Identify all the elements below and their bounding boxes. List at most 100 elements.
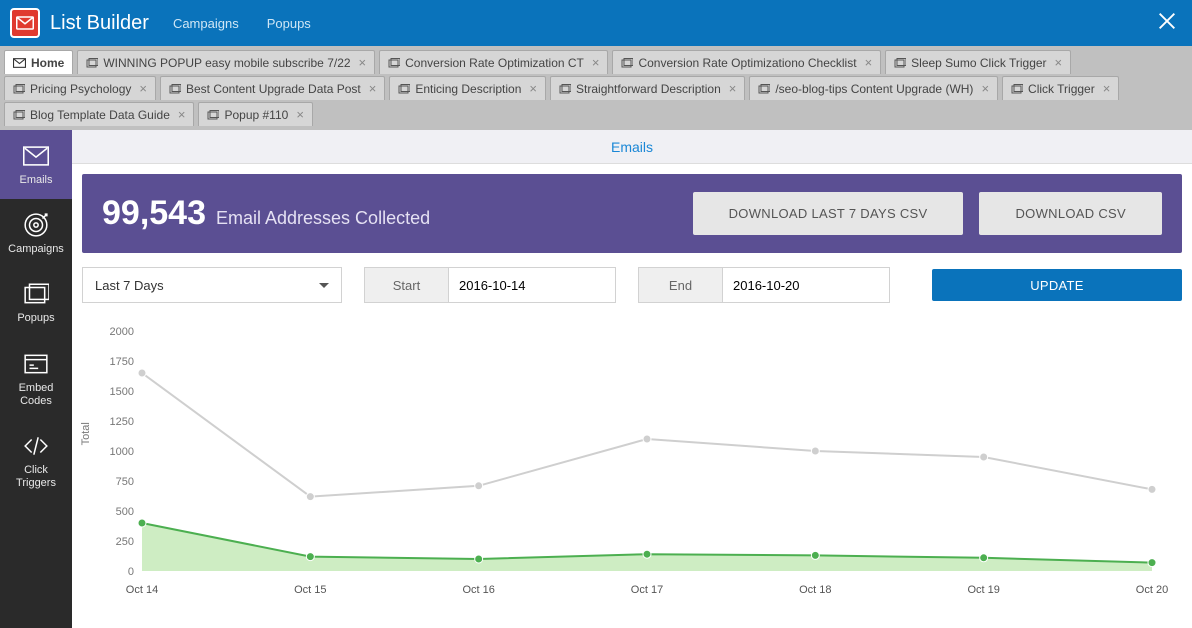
end-date-label: End <box>638 267 722 303</box>
svg-text:2000: 2000 <box>110 326 134 338</box>
popup-icon <box>398 84 410 94</box>
tab-label: /seo-blog-tips Content Upgrade (WH) <box>775 82 973 96</box>
svg-text:0: 0 <box>128 566 134 578</box>
emails-line-chart: 025050075010001250150017502000Oct 14Oct … <box>82 321 1172 601</box>
tab-close-icon[interactable]: × <box>1103 82 1111 95</box>
sidebar: Emails Campaigns Popups Embed Codes Clic… <box>0 130 72 628</box>
sidebar-item-campaigns[interactable]: Campaigns <box>0 199 72 268</box>
tab-label: Click Trigger <box>1028 82 1095 96</box>
app-title: List Builder <box>50 12 149 35</box>
tab-label: Straightforward Description <box>576 82 721 96</box>
popup-icon <box>388 58 400 68</box>
popup-icon <box>207 110 219 120</box>
app-logo <box>10 8 40 38</box>
tab-close-icon[interactable]: × <box>139 82 147 95</box>
tab-label: Best Content Upgrade Data Post <box>186 82 361 96</box>
popup-tab[interactable]: Blog Template Data Guide × <box>4 102 194 126</box>
close-icon[interactable] <box>1156 10 1178 35</box>
svg-text:250: 250 <box>116 536 134 548</box>
tab-label: Conversion Rate Optimizationo Checklist <box>638 56 856 70</box>
start-date-input[interactable] <box>448 267 616 303</box>
tab-label: Enticing Description <box>415 82 521 96</box>
email-count: 99,543 <box>102 194 206 233</box>
svg-text:1750: 1750 <box>110 356 134 368</box>
popup-tab[interactable]: Best Content Upgrade Data Post × <box>160 76 385 100</box>
svg-text:Oct 18: Oct 18 <box>799 584 831 596</box>
tab-close-icon[interactable]: × <box>296 108 304 121</box>
popup-tab[interactable]: Straightforward Description × <box>550 76 745 100</box>
sidebar-item-popups[interactable]: Popups <box>0 268 72 337</box>
popup-icon <box>13 84 25 94</box>
tab-close-icon[interactable]: × <box>592 56 600 69</box>
sidebar-label: Emails <box>19 174 52 186</box>
tab-label: WINNING POPUP easy mobile subscribe 7/22 <box>103 56 350 70</box>
tab-home[interactable]: Home <box>4 50 73 74</box>
chevron-down-icon <box>319 283 329 293</box>
tabstrip: Home WINNING POPUP easy mobile subscribe… <box>0 46 1192 130</box>
target-icon <box>4 213 68 237</box>
update-button[interactable]: UPDATE <box>932 269 1182 301</box>
svg-text:500: 500 <box>116 506 134 518</box>
popup-tab[interactable]: Conversion Rate Optimizationo Checklist × <box>612 50 881 74</box>
sidebar-item-embed-codes[interactable]: Embed Codes <box>0 338 72 420</box>
popup-icon <box>4 282 68 306</box>
start-date-label: Start <box>364 267 448 303</box>
download-7day-csv-button[interactable]: DOWNLOAD LAST 7 DAYS CSV <box>693 192 964 235</box>
svg-text:Oct 16: Oct 16 <box>462 584 494 596</box>
popup-tab[interactable]: WINNING POPUP easy mobile subscribe 7/22… <box>77 50 375 74</box>
tab-close-icon[interactable]: × <box>369 82 377 95</box>
topnav-campaigns[interactable]: Campaigns <box>173 16 239 31</box>
embed-icon <box>4 352 68 376</box>
popup-icon <box>169 84 181 94</box>
sidebar-item-emails[interactable]: Emails <box>0 130 72 199</box>
tab-label: Home <box>31 56 64 70</box>
download-csv-button[interactable]: DOWNLOAD CSV <box>979 192 1162 235</box>
mail-icon <box>4 144 68 168</box>
svg-text:Oct 14: Oct 14 <box>126 584 158 596</box>
tab-close-icon[interactable]: × <box>981 82 989 95</box>
svg-text:Oct 20: Oct 20 <box>1136 584 1168 596</box>
popup-icon <box>86 58 98 68</box>
content-tab-emails[interactable]: Emails <box>611 139 653 155</box>
tab-close-icon[interactable]: × <box>359 56 367 69</box>
svg-text:Oct 17: Oct 17 <box>631 584 663 596</box>
svg-text:750: 750 <box>116 476 134 488</box>
popup-tab[interactable]: /seo-blog-tips Content Upgrade (WH) × <box>749 76 998 100</box>
popup-tab[interactable]: Popup #110 × <box>198 102 312 126</box>
svg-text:Oct 15: Oct 15 <box>294 584 326 596</box>
tab-close-icon[interactable]: × <box>865 56 873 69</box>
popup-tab[interactable]: Conversion Rate Optimization CT × <box>379 50 608 74</box>
popup-tab[interactable]: Click Trigger × <box>1002 76 1119 100</box>
sidebar-label: Embed Codes <box>19 382 54 407</box>
date-range-dropdown[interactable]: Last 7 Days <box>82 267 342 303</box>
topbar: List Builder Campaigns Popups <box>0 0 1192 46</box>
tab-close-icon[interactable]: × <box>529 82 537 95</box>
tab-close-icon[interactable]: × <box>1055 56 1063 69</box>
popup-tab[interactable]: Pricing Psychology × <box>4 76 156 100</box>
popup-tab[interactable]: Sleep Sumo Click Trigger × <box>885 50 1071 74</box>
svg-text:1250: 1250 <box>110 416 134 428</box>
topnav-popups[interactable]: Popups <box>267 16 311 31</box>
svg-text:1500: 1500 <box>110 386 134 398</box>
sidebar-item-click-triggers[interactable]: Click Triggers <box>0 420 72 502</box>
popup-tab[interactable]: Enticing Description × <box>389 76 546 100</box>
tab-label: Popup #110 <box>224 108 288 122</box>
tab-close-icon[interactable]: × <box>178 108 186 121</box>
stats-banner: 99,543 Email Addresses Collected DOWNLOA… <box>82 174 1182 253</box>
tab-close-icon[interactable]: × <box>729 82 737 95</box>
popup-icon <box>1011 84 1023 94</box>
popup-icon <box>894 58 906 68</box>
tab-label: Conversion Rate Optimization CT <box>405 56 584 70</box>
filter-row: Last 7 Days Start End UPDATE <box>72 263 1192 313</box>
end-date-input[interactable] <box>722 267 890 303</box>
popup-icon <box>621 58 633 68</box>
sidebar-label: Campaigns <box>8 243 64 255</box>
sidebar-label: Click Triggers <box>16 464 56 489</box>
tab-label: Pricing Psychology <box>30 82 131 96</box>
chart-ylabel: Total <box>80 422 92 445</box>
tab-label: Sleep Sumo Click Trigger <box>911 56 1046 70</box>
email-count-label: Email Addresses Collected <box>216 208 430 229</box>
tab-label: Blog Template Data Guide <box>30 108 170 122</box>
popup-icon <box>559 84 571 94</box>
mail-icon <box>13 58 26 68</box>
